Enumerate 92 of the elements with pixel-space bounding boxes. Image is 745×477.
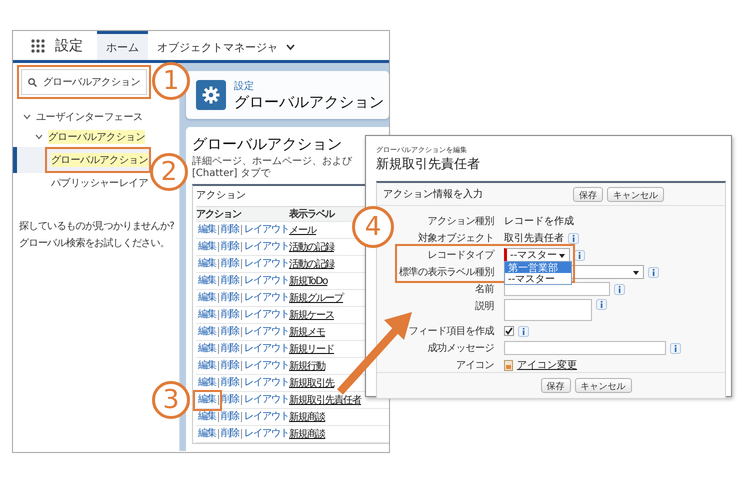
- form-button[interactable]: 保存: [540, 378, 570, 393]
- column-header: 表示ラベル: [289, 208, 336, 221]
- info-icon[interactable]: [648, 266, 659, 278]
- action-link[interactable]: 削除: [218, 293, 241, 303]
- checkbox[interactable]: [504, 326, 514, 336]
- form-button[interactable]: 保存: [573, 186, 603, 202]
- action-label-link[interactable]: 新規リード: [289, 342, 334, 356]
- action-label-link[interactable]: 新規商談: [289, 410, 325, 424]
- info-icon[interactable]: [614, 284, 625, 294]
- info-icon[interactable]: [596, 299, 607, 310]
- app-name: 設定: [55, 36, 83, 54]
- action-label-link[interactable]: 活動の記録: [289, 240, 334, 254]
- action-link[interactable]: 削除: [218, 259, 241, 269]
- info-icon[interactable]: [574, 250, 585, 260]
- form-button[interactable]: キャンセル: [607, 186, 664, 202]
- gear-icon: [202, 86, 220, 104]
- action-link[interactable]: 削除: [218, 327, 241, 337]
- chevron-down-icon[interactable]: [23, 114, 31, 120]
- info-icon[interactable]: [568, 232, 579, 244]
- action-link[interactable]: 編集: [196, 293, 218, 303]
- action-label-link[interactable]: メール: [289, 223, 316, 237]
- action-link[interactable]: 編集: [196, 378, 218, 388]
- action-link[interactable]: レイアウト: [241, 225, 291, 235]
- tree-item[interactable]: グローバルアクション: [13, 127, 150, 147]
- action-link[interactable]: 削除: [218, 378, 241, 388]
- field-label: 標準の表示ラベル種別: [398, 266, 495, 279]
- chevron-down-icon[interactable]: [35, 134, 43, 140]
- tree-item[interactable]: ユーザインターフェース: [13, 107, 150, 127]
- dialog-title: 新規取引先責任者: [376, 157, 481, 173]
- action-link[interactable]: 編集: [196, 412, 218, 422]
- section-title: グローバルアクション: [192, 135, 342, 153]
- description: 詳細ページ、ホームページ、および [Chatter] タブで: [192, 156, 354, 180]
- field-label: アクション種別: [426, 215, 495, 228]
- nav-tab[interactable]: ホーム: [97, 31, 148, 60]
- input-field[interactable]: [504, 341, 666, 355]
- field-label: 名前: [474, 283, 495, 296]
- action-link[interactable]: 編集: [196, 327, 218, 337]
- action-label-link[interactable]: 新規グループ: [289, 291, 343, 305]
- action-link[interactable]: 削除: [218, 344, 241, 354]
- search-icon: [28, 78, 37, 86]
- action-label-link[interactable]: 新規取引先: [289, 376, 334, 390]
- action-link[interactable]: 削除: [218, 361, 241, 371]
- action-link[interactable]: 削除: [218, 429, 241, 439]
- field-label: アイコン: [455, 359, 495, 372]
- action-link[interactable]: 編集: [196, 225, 218, 235]
- field-label: フィード項目を作成: [408, 324, 495, 338]
- field-label: レコードタイプ: [426, 248, 496, 262]
- action-label-link[interactable]: 新規取引先責任者: [289, 393, 361, 407]
- action-link[interactable]: 削除: [218, 310, 241, 320]
- action-label-link[interactable]: 新規ToDo: [289, 274, 328, 288]
- action-link[interactable]: 編集: [196, 429, 218, 439]
- app-launcher-icon[interactable]: [31, 38, 45, 52]
- action-link[interactable]: 編集: [196, 242, 218, 252]
- action-label-link[interactable]: 活動の記録: [289, 257, 334, 271]
- panel-title: アクション情報を入力: [383, 188, 484, 201]
- action-link[interactable]: 削除: [218, 242, 241, 252]
- action-link[interactable]: 削除: [218, 412, 241, 422]
- action-link[interactable]: 編集: [196, 361, 218, 371]
- action-link[interactable]: 削除: [218, 276, 241, 286]
- dropdown-option[interactable]: --マスター: [505, 273, 571, 284]
- chevron-down-icon[interactable]: [286, 44, 295, 50]
- action-link[interactable]: 編集: [196, 395, 218, 405]
- search-field[interactable]: グローバルアクション: [21, 69, 147, 95]
- action-link[interactable]: 削除: [218, 225, 241, 235]
- change-icon-link[interactable]: アイコン変更: [517, 358, 577, 372]
- panel-title: アクション: [196, 189, 246, 203]
- breadcrumb-link[interactable]: 設定: [234, 78, 384, 92]
- document-icon: [504, 360, 513, 370]
- action-label-link[interactable]: 新規商談: [289, 427, 325, 441]
- field-value: レコードを作成: [504, 214, 574, 228]
- action-link[interactable]: 編集: [196, 310, 218, 320]
- tree-item[interactable]: パブリッシャーレイア: [13, 173, 150, 193]
- action-label-link[interactable]: 新規行動: [289, 359, 325, 373]
- action-link[interactable]: 編集: [196, 276, 218, 286]
- field-value: 取引先責任者: [504, 232, 564, 245]
- highlight-frame: [193, 390, 222, 411]
- field-label: 対象オブジェクト: [417, 232, 495, 245]
- action-link[interactable]: 編集: [196, 259, 218, 269]
- field-label: 成功メッセージ: [426, 342, 495, 355]
- nav-tab[interactable]: オブジェクトマネージャ: [148, 31, 304, 60]
- form-button[interactable]: キャンセル: [574, 378, 632, 393]
- dropdown-option[interactable]: 第一営業部: [505, 262, 571, 273]
- field-label: 説明: [474, 300, 495, 313]
- info-icon[interactable]: [518, 326, 529, 336]
- page-title: グローバルアクション: [234, 92, 384, 112]
- action-link[interactable]: 編集: [196, 344, 218, 354]
- help-text: 探しているものが見つかりませんか?: [19, 220, 176, 233]
- info-icon[interactable]: [670, 342, 681, 354]
- help-text: グローバル検索をお試しください。: [19, 236, 170, 250]
- column-header: アクション: [196, 208, 242, 221]
- action-label-link[interactable]: 新規ケース: [289, 308, 334, 322]
- action-label-link[interactable]: 新規メモ: [289, 325, 325, 339]
